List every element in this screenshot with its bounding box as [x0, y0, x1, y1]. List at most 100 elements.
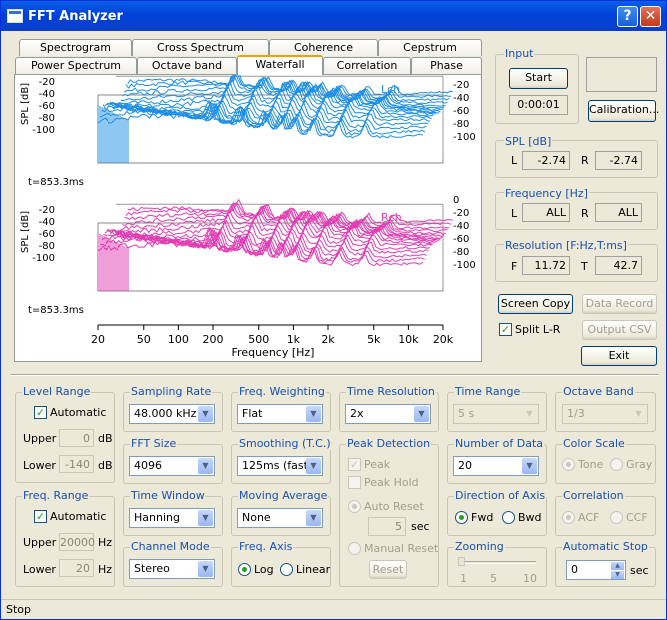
- chevron-down-icon: ▼: [198, 561, 213, 577]
- level-lower-unit: dB: [98, 459, 113, 472]
- smoothing-select[interactable]: 125ms (fast) ▼: [237, 456, 323, 476]
- freq-r-value: ALL: [595, 203, 642, 222]
- spin-up-icon[interactable]: ▲: [611, 562, 624, 570]
- tab-coherence[interactable]: Coherence: [269, 39, 378, 56]
- freq-weighting-select[interactable]: Flat ▼: [237, 404, 323, 424]
- freq-automatic-checkbox[interactable]: ✓: [34, 510, 47, 523]
- peak-hold-checkbox[interactable]: [348, 476, 361, 489]
- freq-lower-field[interactable]: 20: [59, 559, 94, 577]
- direction-bwd-label: Bwd: [518, 511, 542, 524]
- level-automatic-checkbox[interactable]: ✓: [34, 406, 47, 419]
- freq-axis-log-label: Log: [254, 563, 274, 576]
- spl-l-value: -2.74: [522, 151, 570, 170]
- close-button[interactable]: ✕: [640, 6, 661, 27]
- lch-y-tick: -100: [32, 125, 55, 136]
- tab-cross-spectrum[interactable]: Cross Spectrum: [132, 39, 269, 56]
- zoom-slider-track[interactable]: [460, 561, 536, 564]
- direction-of-axis-title: Direction of Axis: [454, 489, 547, 502]
- level-upper-label: Upper: [23, 432, 57, 445]
- output-csv-button[interactable]: Output CSV: [582, 320, 657, 340]
- fft-size-select[interactable]: 4096 ▼: [129, 456, 215, 476]
- tab-phase[interactable]: Phase: [411, 57, 482, 74]
- x-tick-label: 10k: [398, 333, 419, 346]
- res-t-label: T: [581, 260, 588, 273]
- color-scale-title: Color Scale: [562, 437, 626, 450]
- color-tone-radio[interactable]: [562, 458, 575, 471]
- time-range-title: Time Range: [454, 385, 522, 398]
- automatic-stop-spinner[interactable]: ▲ ▼: [611, 562, 624, 579]
- frequency-title: Frequency [Hz]: [504, 187, 589, 200]
- auto-reset-field[interactable]: 5: [368, 517, 406, 536]
- peak-hold-label: Peak Hold: [364, 476, 419, 489]
- zoom-tick-10: 10: [523, 572, 537, 585]
- auto-reset-unit: sec: [411, 520, 430, 533]
- automatic-stop-field[interactable]: 0 ▲ ▼: [566, 560, 626, 580]
- zoom-tick-1: 1: [460, 572, 467, 585]
- time-range-select[interactable]: 5 s ▼: [453, 404, 539, 424]
- correlation-ccf-radio[interactable]: [610, 511, 623, 524]
- channel-mode-select[interactable]: Stereo ▼: [129, 559, 215, 579]
- tab-octave-band[interactable]: Octave band: [137, 57, 237, 74]
- help-button[interactable]: ?: [617, 6, 638, 27]
- tab-correlation[interactable]: Correlation: [323, 57, 411, 74]
- number-of-data-select[interactable]: 20 ▼: [453, 456, 539, 476]
- start-button[interactable]: Start: [509, 68, 568, 89]
- sampling-rate-select[interactable]: 48.000 kHz ▼: [129, 404, 215, 424]
- level-lower-label: Lower: [23, 459, 56, 472]
- tab-spectrogram[interactable]: Spectrogram: [19, 39, 132, 56]
- tab-waterfall[interactable]: Waterfall: [237, 55, 323, 75]
- level-range-title: Level Range: [22, 385, 92, 398]
- lch-z-tick: -40: [453, 93, 469, 104]
- octave-band-select[interactable]: 1/3 ▼: [562, 404, 648, 424]
- freq-automatic-label: Automatic: [50, 510, 107, 523]
- freq-l-label: L: [511, 207, 518, 220]
- color-gray-radio[interactable]: [610, 458, 623, 471]
- separator: [11, 374, 659, 376]
- level-upper-field[interactable]: 0: [59, 429, 94, 447]
- data-record-button[interactable]: Data Record: [582, 294, 657, 314]
- time-window-value: Hanning: [134, 511, 180, 524]
- moving-average-select[interactable]: None ▼: [237, 508, 323, 528]
- x-tick-label: 2k: [321, 333, 335, 346]
- peak-checkbox[interactable]: ✓: [348, 458, 361, 471]
- direction-fwd-label: Fwd: [471, 511, 494, 524]
- manual-reset-radio[interactable]: [348, 542, 361, 555]
- tab-power-spectrum[interactable]: Power Spectrum: [15, 57, 137, 74]
- direction-bwd-radio[interactable]: [502, 511, 515, 524]
- correlation-title: Correlation: [562, 489, 625, 502]
- zoom-slider-thumb[interactable]: [458, 557, 465, 566]
- spl-l-label: L: [511, 154, 518, 167]
- spin-down-icon[interactable]: ▼: [611, 571, 624, 579]
- time-resolution-title: Time Resolution: [346, 385, 436, 398]
- moving-average-title: Moving Average: [238, 489, 329, 502]
- freq-axis-linear-radio[interactable]: [280, 563, 293, 576]
- chevron-down-icon: ▼: [522, 406, 537, 422]
- auto-reset-radio[interactable]: [348, 500, 361, 513]
- split-lr-checkbox[interactable]: ✓: [499, 323, 512, 336]
- title-bar[interactable]: FFT Analyzer ? ✕: [1, 1, 666, 31]
- peak-detection-title: Peak Detection: [346, 437, 432, 450]
- freq-r-label: R: [581, 207, 589, 220]
- window-title: FFT Analyzer: [28, 9, 123, 24]
- freq-axis-log-radio[interactable]: [238, 563, 251, 576]
- rch-y-tick: -60: [39, 229, 55, 240]
- time-window-select[interactable]: Hanning ▼: [129, 508, 215, 528]
- calibration-button[interactable]: Calibration...: [588, 100, 659, 122]
- exit-button[interactable]: Exit: [581, 346, 657, 366]
- correlation-acf-radio[interactable]: [562, 511, 575, 524]
- rch-y-tick: -20: [39, 205, 55, 216]
- tab-cepstrum[interactable]: Cepstrum: [378, 39, 482, 56]
- reset-button[interactable]: Reset: [369, 560, 407, 579]
- freq-upper-field[interactable]: 20000: [59, 533, 95, 551]
- freq-lower-label: Lower: [23, 563, 56, 576]
- direction-fwd-radio[interactable]: [455, 511, 468, 524]
- freq-range-title: Freq. Range: [22, 489, 90, 502]
- time-resolution-select[interactable]: 2x ▼: [345, 404, 431, 424]
- smoothing-title: Smoothing (T.C.): [238, 437, 332, 450]
- chevron-down-icon: ▼: [306, 510, 321, 526]
- screen-copy-button[interactable]: Screen Copy: [498, 294, 573, 314]
- x-tick-label: 20: [91, 333, 105, 346]
- level-lower-field[interactable]: -140: [59, 455, 94, 473]
- chevron-down-icon: ▼: [306, 406, 321, 422]
- color-tone-label: Tone: [578, 458, 604, 471]
